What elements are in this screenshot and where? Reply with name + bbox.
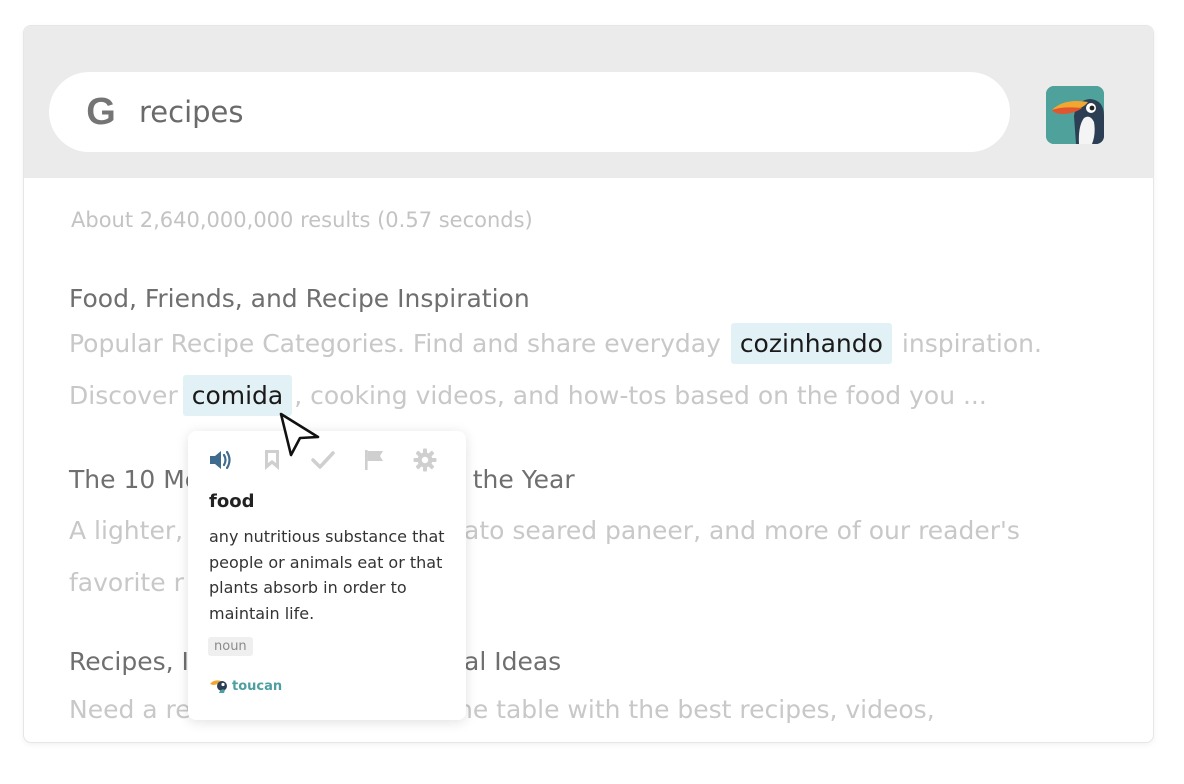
result-title[interactable]: f the Year [456,465,575,494]
result-title[interactable]: al Ideas [464,647,561,676]
popup-definition: any nutritious substance that people or … [209,527,445,623]
search-input[interactable]: G recipes [49,72,1010,152]
mouse-cursor-icon [279,412,320,457]
popup-word: food [209,491,255,512]
part-of-speech-badge: noun [208,637,253,656]
snippet-text: inspiration. [901,329,1042,358]
translated-word[interactable]: cozinhando [730,323,892,364]
toucan-brand[interactable]: toucan [209,678,282,694]
brand-name: toucan [232,678,283,694]
google-g-icon: G [86,90,116,133]
flag-icon[interactable] [359,445,389,475]
result-title[interactable]: Recipes, I [69,647,189,676]
search-query[interactable]: recipes [139,95,244,129]
result-snippet-line: Popular Recipe Categories. Find and shar… [69,323,1042,364]
search-header: G recipes [24,26,1153,178]
popup-toolbar [206,445,461,475]
results-stats: About 2,640,000,000 results (0.57 second… [71,208,533,232]
toucan-logo-icon [210,680,227,693]
snippet-text: Discover [69,381,178,410]
snippet-text: , cooking videos, and how-tos based on t… [294,381,987,410]
translation-popup: food any nutritious substance that peopl… [188,431,466,720]
result-snippet-line: Discover comida, cooking videos, and how-… [69,375,987,416]
result-title[interactable]: Food, Friends, and Recipe Inspiration [69,284,530,313]
result-snippet-line: A lighter, [69,516,184,545]
snippet-text: Popular Recipe Categories. Find and shar… [69,329,721,358]
toucan-avatar-icon[interactable] [1046,86,1104,144]
result-snippet-line: ato seared paneer, and more of our reade… [464,516,1020,545]
speaker-icon[interactable] [206,445,236,475]
result-snippet-line: he table with the best recipes, videos, [457,695,935,724]
result-snippet-line: Need a re [69,695,191,724]
result-title[interactable]: The 10 Mo [69,465,200,494]
translated-word[interactable]: comida [182,375,293,416]
result-snippet-line: favorite r [69,568,184,597]
gear-icon[interactable] [410,445,440,475]
